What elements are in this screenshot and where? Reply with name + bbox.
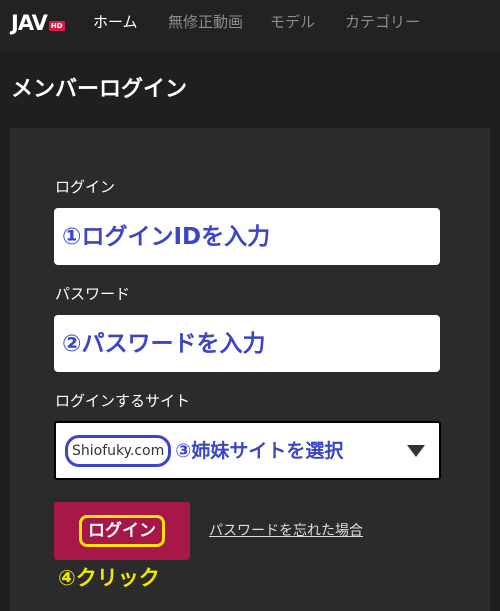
page-title: メンバーログイン — [11, 77, 188, 102]
site-selected-value: Shiofuky.com — [65, 434, 172, 467]
nav-item-categories[interactable]: カテゴリー — [345, 13, 420, 31]
logo-text: JAV — [11, 11, 48, 35]
nav-item-home[interactable]: ホーム — [93, 13, 138, 31]
dropdown-caret-icon — [407, 445, 425, 457]
login-id-annotation: ①ログインIDを入力 — [62, 223, 271, 250]
forgot-password-link[interactable]: パスワードを忘れた場合 — [209, 522, 363, 540]
top-nav-bar: JAV HD ホーム 無修正動画 モデル カテゴリー — [0, 0, 500, 50]
nav-item-uncensored[interactable]: 無修正動画 — [168, 13, 243, 31]
site-select-label: ログインするサイト — [55, 392, 191, 410]
password-annotation: ②パスワードを入力 — [62, 330, 266, 357]
site-select[interactable]: Shiofuky.com ③姉妹サイトを選択 — [54, 421, 441, 480]
logo-hd-badge: HD — [48, 21, 65, 31]
password-input[interactable]: ②パスワードを入力 — [54, 315, 440, 372]
site-logo[interactable]: JAV HD — [11, 12, 65, 34]
nav-item-models[interactable]: モデル — [270, 13, 315, 31]
login-button-label: ログイン — [79, 515, 165, 547]
login-id-label: ログイン — [55, 178, 116, 196]
site-select-annotation: ③姉妹サイトを選択 — [175, 439, 344, 462]
click-annotation: ④クリック — [58, 566, 160, 590]
login-button[interactable]: ログイン — [54, 502, 190, 560]
login-id-input[interactable]: ①ログインIDを入力 — [54, 208, 440, 265]
password-label: パスワード — [55, 285, 131, 303]
